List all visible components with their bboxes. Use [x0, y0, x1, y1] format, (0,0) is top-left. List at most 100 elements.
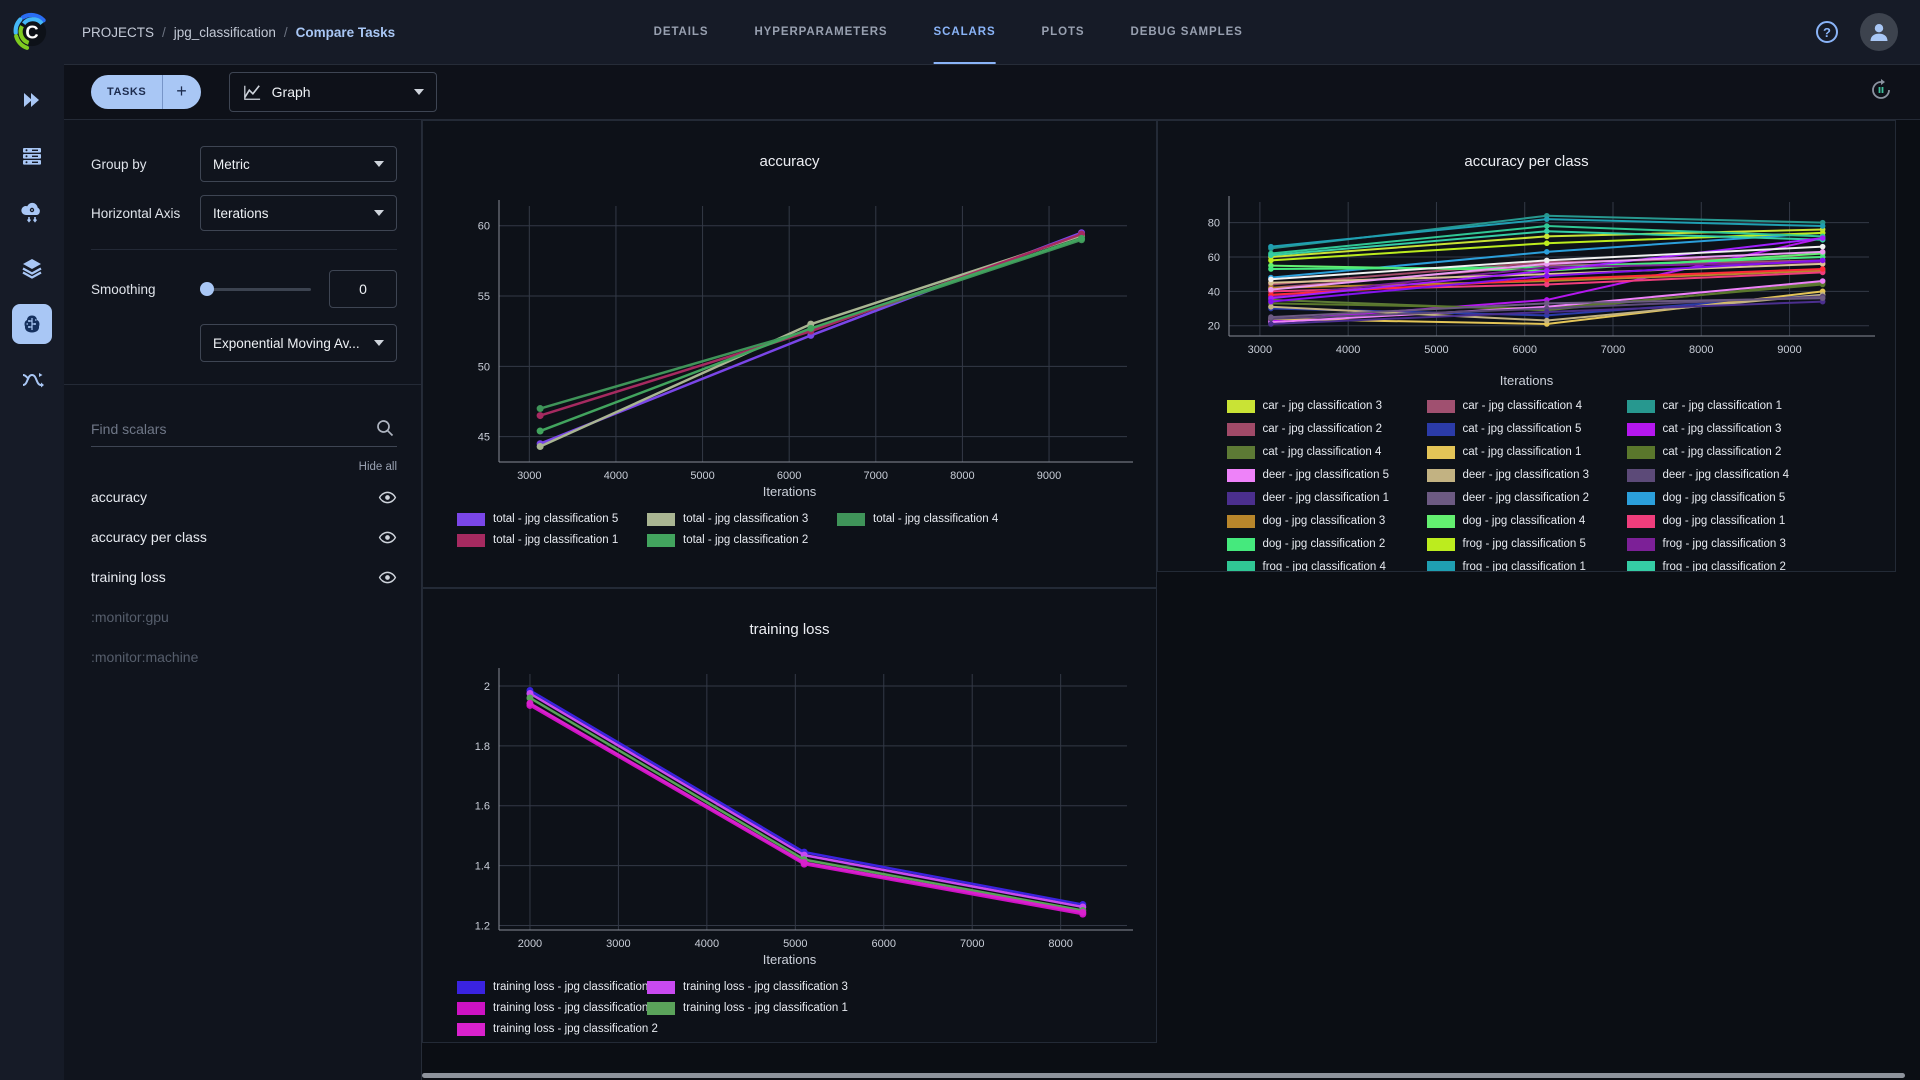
chart-plot-accuracy[interactable]: 3000 4000 5000 6000 7000 8000 9000 45 50 55 60	[435, 182, 1145, 482]
legend-item[interactable]: cat - jpg classification 4	[1226, 444, 1427, 460]
breadcrumb-projects[interactable]: PROJECTS	[82, 25, 154, 40]
legend-item[interactable]: cat - jpg classification 1	[1426, 444, 1627, 460]
scalar-name: accuracy per class	[91, 529, 207, 545]
nav-pipelines-icon[interactable]	[12, 360, 52, 400]
slider-track[interactable]	[200, 287, 311, 291]
legend-swatch	[1426, 468, 1455, 482]
breadcrumb-project-name[interactable]: jpg_classification	[174, 25, 276, 40]
scalar-row-accuracy[interactable]: accuracy	[91, 477, 397, 517]
legend-item[interactable]: training loss - jpg classification 5	[457, 979, 658, 995]
horizontal-axis-select[interactable]: Iterations	[200, 195, 397, 231]
nav-datasets-icon[interactable]	[12, 248, 52, 288]
find-scalars-input[interactable]	[91, 415, 397, 447]
tab-debug-samples[interactable]: DEBUG SAMPLES	[1130, 0, 1242, 64]
eye-icon[interactable]	[378, 528, 397, 547]
svg-text:3000: 3000	[517, 470, 541, 482]
smoothing-algorithm-select[interactable]: Exponential Moving Av...	[200, 324, 397, 362]
group-by-select[interactable]: Metric	[200, 146, 397, 182]
slider-knob[interactable]	[200, 282, 214, 296]
legend-item[interactable]: deer - jpg classification 3	[1426, 467, 1627, 483]
auto-refresh-pause-icon[interactable]	[1868, 77, 1894, 103]
scalar-name: :monitor:gpu	[91, 609, 169, 625]
compare-toolbar: TASKS + Graph	[64, 64, 1920, 120]
nav-experiments-icon[interactable]	[12, 304, 52, 344]
legend-item[interactable]: total - jpg classification 3	[647, 511, 837, 527]
horizontal-scrollbar[interactable]	[422, 1073, 1906, 1078]
tasks-button[interactable]: TASKS	[91, 75, 162, 109]
chevron-down-icon	[374, 210, 384, 216]
tab-hyperparameters[interactable]: HYPERPARAMETERS	[754, 0, 887, 64]
legend-label: total - jpg classification 5	[493, 513, 619, 525]
add-task-button[interactable]: +	[162, 75, 200, 109]
scalar-name: :monitor:machine	[91, 649, 199, 665]
legend-item[interactable]: car - jpg classification 1	[1626, 398, 1827, 414]
legend-item[interactable]: dog - jpg classification 2	[1226, 536, 1427, 552]
chart-plot-training-loss[interactable]: 2000 3000 4000 5000 6000 7000 8000 1.2 1.4 1.6 1.8…	[435, 650, 1145, 950]
hide-all-button[interactable]: Hide all	[91, 461, 397, 473]
legend-swatch	[457, 512, 485, 526]
search-icon[interactable]	[375, 418, 395, 438]
tab-scalars[interactable]: SCALARS	[933, 0, 996, 64]
legend-item[interactable]: car - jpg classification 2	[1226, 421, 1427, 437]
smoothing-value-input[interactable]: 0	[329, 270, 397, 308]
legend-item[interactable]: cat - jpg classification 3	[1626, 421, 1827, 437]
legend-item[interactable]: car - jpg classification 4	[1426, 398, 1627, 414]
chevron-down-icon	[374, 161, 384, 167]
legend-item[interactable]: deer - jpg classification 4	[1626, 467, 1827, 483]
svg-text:7000: 7000	[1600, 344, 1624, 356]
legend-item[interactable]: dog - jpg classification 3	[1226, 513, 1427, 529]
legend-item[interactable]: frog - jpg classification 3	[1626, 536, 1827, 552]
legend-item[interactable]: cat - jpg classification 2	[1626, 444, 1827, 460]
legend-item[interactable]: training loss - jpg classification 4	[457, 1000, 658, 1016]
legend-swatch	[457, 533, 485, 547]
scalar-row--monitor-gpu[interactable]: :monitor:gpu	[91, 597, 397, 637]
user-avatar[interactable]	[1860, 13, 1898, 51]
help-icon[interactable]: ?	[1814, 19, 1840, 45]
breadcrumb-current-page: Compare Tasks	[295, 24, 396, 40]
legend-item[interactable]: training loss - jpg classification 2	[457, 1021, 658, 1037]
legend-item[interactable]: deer - jpg classification 2	[1426, 490, 1627, 506]
legend-item[interactable]: frog - jpg classification 1	[1426, 559, 1627, 571]
legend-item[interactable]: total - jpg classification 1	[457, 532, 647, 548]
legend-label: total - jpg classification 4	[873, 513, 999, 525]
content-column: TASKS + Graph Group by Metric Horizontal…	[64, 64, 1920, 1080]
legend-item[interactable]: total - jpg classification 5	[457, 511, 647, 527]
legend-swatch	[1226, 560, 1255, 571]
legend-item[interactable]: total - jpg classification 2	[647, 532, 837, 548]
view-mode-select[interactable]: Graph	[228, 72, 437, 112]
legend-item[interactable]: dog - jpg classification 4	[1426, 513, 1627, 529]
legend-item[interactable]: training loss - jpg classification 3	[647, 979, 848, 995]
legend-item[interactable]: dog - jpg classification 5	[1626, 490, 1827, 506]
scalar-name: accuracy	[91, 489, 148, 505]
scalar-row-training-loss[interactable]: training loss	[91, 557, 397, 597]
legend-item[interactable]: frog - jpg classification 5	[1426, 536, 1627, 552]
legend-item[interactable]: car - jpg classification 3	[1226, 398, 1427, 414]
tab-details[interactable]: DETAILS	[654, 0, 709, 64]
legend-item[interactable]: training loss - jpg classification 1	[647, 1000, 848, 1016]
svg-text:7000: 7000	[959, 938, 983, 950]
legend-label: frog - jpg classification 4	[1262, 561, 1386, 572]
horizontal-axis-label: Horizontal Axis	[91, 205, 181, 221]
group-by-label: Group by	[91, 156, 147, 172]
chart-plot-accuracy-per-class[interactable]: 3000 4000 5000 6000 7000 8000 9000 20 40 60 80	[1169, 186, 1885, 371]
legend-swatch	[1426, 399, 1455, 413]
legend-item[interactable]: deer - jpg classification 5	[1226, 467, 1427, 483]
tab-plots[interactable]: PLOTS	[1042, 0, 1085, 64]
nav-projects-icon[interactable]	[12, 80, 52, 120]
nav-cloud-applications-icon[interactable]	[12, 192, 52, 232]
legend-item[interactable]: frog - jpg classification 4	[1226, 559, 1427, 572]
legend-item[interactable]: total - jpg classification 4	[837, 511, 1027, 527]
legend-label: cat - jpg classification 5	[1462, 423, 1582, 435]
legend-item[interactable]: dog - jpg classification 1	[1626, 513, 1827, 529]
clearml-logo-icon[interactable]: C	[12, 12, 52, 52]
legend-swatch	[1226, 514, 1255, 528]
eye-icon[interactable]	[378, 568, 397, 587]
legend-item[interactable]: deer - jpg classification 1	[1226, 490, 1427, 506]
nav-workers-queues-icon[interactable]	[12, 136, 52, 176]
legend-item[interactable]: frog - jpg classification 2	[1626, 559, 1827, 571]
scalar-row--monitor-machine[interactable]: :monitor:machine	[91, 637, 397, 677]
smoothing-slider[interactable]	[200, 282, 311, 296]
scalar-row-accuracy-per-class[interactable]: accuracy per class	[91, 517, 397, 557]
legend-item[interactable]: cat - jpg classification 5	[1426, 421, 1627, 437]
eye-icon[interactable]	[378, 488, 397, 507]
